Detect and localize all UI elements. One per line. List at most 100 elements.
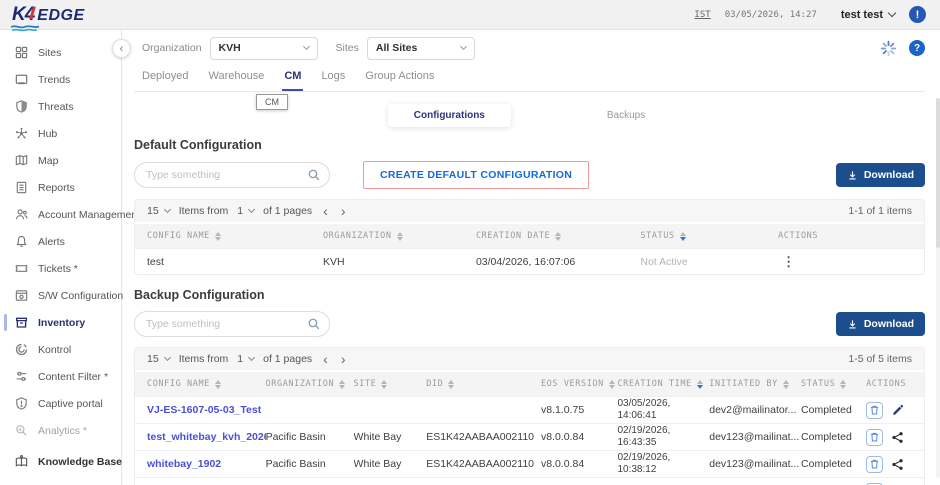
initiated-by-cell: dev2@mailinator... [709, 404, 801, 416]
config-name-link[interactable]: VJ-ES-1607-05-03_Test [147, 404, 266, 416]
page-value: 1 [237, 205, 243, 217]
sidebar-item-kontrol[interactable]: Kontrol [0, 336, 121, 363]
sidebar-item-knowledge-base[interactable]: Knowledge Base [0, 448, 121, 475]
eos-version-cell: v8.0.0.84 [541, 458, 618, 470]
table-row: test_whitebay_kvh_2026 Pacific Basin Whi… [135, 423, 924, 450]
download-button[interactable]: Download [836, 163, 925, 187]
site-cell: White Bay [354, 431, 427, 443]
delete-button[interactable] [866, 456, 883, 473]
search-icon[interactable] [307, 168, 321, 182]
sort-icon[interactable] [783, 380, 789, 389]
sidebar-item-account-management[interactable]: Account Management [0, 201, 121, 228]
prev-page-button[interactable]: ‹ [321, 352, 330, 366]
sidebar-item-analytics[interactable]: Analytics * [0, 417, 121, 444]
sort-icon[interactable] [215, 380, 221, 389]
tab-group-actions[interactable]: Group Actions [365, 70, 434, 91]
main-content: ‹ Organization KVH Sites All Sites ? Dep… [122, 30, 940, 485]
chevron-down-icon [303, 43, 310, 50]
sidebar-item-sites[interactable]: Sites [0, 39, 121, 66]
delete-button[interactable] [866, 429, 883, 446]
prev-page-button[interactable]: ‹ [321, 204, 330, 218]
row-actions-menu-icon[interactable]: ⋮ [778, 254, 799, 269]
sidebar-collapse-button[interactable]: ‹ [112, 39, 131, 58]
sort-icon[interactable] [339, 380, 345, 389]
next-page-button[interactable]: › [339, 352, 348, 366]
sidebar-item-hub[interactable]: Hub [0, 120, 121, 147]
delete-button[interactable] [866, 402, 883, 419]
share-button[interactable] [891, 458, 904, 471]
column-header: ORGANIZATION [266, 379, 335, 389]
tab-logs[interactable]: Logs [321, 70, 345, 91]
loading-spinner-icon [880, 40, 897, 57]
chevron-down-icon [888, 9, 896, 17]
help-icon[interactable]: ? [909, 40, 925, 56]
search-icon[interactable] [307, 317, 321, 331]
next-page-button[interactable]: › [339, 204, 348, 218]
config-name-link[interactable]: test_whitebay_kvh_2026 [147, 431, 266, 443]
sidebar-item-inventory[interactable]: Inventory [0, 309, 121, 336]
sidebar-item-threats[interactable]: Threats [0, 93, 121, 120]
create-default-configuration-button[interactable]: CREATE DEFAULT CONFIGURATION [363, 161, 589, 189]
organization-value: KVH [219, 42, 241, 54]
page-size-value: 15 [147, 353, 159, 365]
sidebar-item-alerts[interactable]: Alerts [0, 228, 121, 255]
organization-cell: Pacific Basin [266, 458, 354, 470]
sort-icon[interactable] [397, 232, 403, 241]
tab-warehouse[interactable]: Warehouse [208, 70, 264, 91]
share-button[interactable] [891, 431, 904, 444]
sidebar-item-content-filter[interactable]: Content Filter * [0, 363, 121, 390]
collapse-chevron-icon: ‹ [120, 43, 124, 55]
page-size-select[interactable]: 15 [147, 205, 170, 217]
sort-icon[interactable] [840, 380, 846, 389]
items-range-label: 1-5 of 5 items [848, 353, 912, 365]
sidebar-label: Map [38, 155, 58, 167]
edit-button[interactable] [891, 404, 904, 417]
sidebar-item-captive-portal[interactable]: Captive portal [0, 390, 121, 417]
status-cell: Completed [801, 431, 866, 443]
sites-select[interactable]: All Sites [367, 37, 475, 60]
column-header: ORGANIZATION [323, 231, 392, 241]
config-name-link[interactable]: whitebay_1902 [147, 458, 266, 470]
subtab-configurations[interactable]: Configurations [388, 104, 511, 127]
search-input[interactable] [134, 162, 330, 188]
tab-deployed[interactable]: Deployed [142, 70, 188, 91]
k4edge-logo[interactable]: K4 EDGE [12, 4, 85, 26]
sidebar-item-tickets[interactable]: Tickets * [0, 255, 121, 282]
scrollbar-thumb[interactable] [936, 98, 940, 248]
sort-icon[interactable] [609, 380, 615, 389]
sort-icon-active[interactable] [697, 380, 703, 389]
pages-count-label: of 1 pages [263, 353, 312, 365]
default-configuration-title: Default Configuration [134, 138, 925, 152]
organization-select[interactable]: KVH [210, 37, 318, 60]
vertical-scrollbar[interactable] [936, 98, 940, 478]
sidebar-item-sw-configuration[interactable]: S/W Configuration [0, 282, 121, 309]
subtab-backups[interactable]: Backups [581, 104, 671, 127]
page-select[interactable]: 1 [237, 205, 254, 217]
sidebar-item-map[interactable]: Map [0, 147, 121, 174]
sort-icon[interactable] [215, 232, 221, 241]
backup-config-table-header: CONFIG NAME ORGANIZATION SITE DID EOS VE… [135, 372, 924, 396]
search-input[interactable] [134, 311, 330, 337]
table-row: test KVH 03/04/2026, 16:07:06 Not Active… [135, 248, 924, 274]
captive-shield-icon [14, 396, 29, 411]
download-icon [847, 170, 858, 181]
sidebar-item-reports[interactable]: Reports [0, 174, 121, 201]
default-config-table-header: CONFIG NAME ORGANIZATION CREATION DATE S… [135, 224, 924, 248]
tab-cm[interactable]: CM [284, 70, 301, 91]
filters-toolbar: Organization KVH Sites All Sites ? [134, 30, 925, 66]
user-icon [14, 207, 29, 222]
sort-icon[interactable] [381, 380, 387, 389]
sort-icon[interactable] [448, 380, 454, 389]
creation-time-line: 16:43:35 [617, 437, 703, 450]
page-size-select[interactable]: 15 [147, 353, 170, 365]
timezone-link[interactable]: IST [694, 10, 710, 20]
user-menu[interactable]: test test [841, 9, 895, 21]
column-header: STATUS [801, 379, 835, 389]
sidebar-item-trends[interactable]: Trends [0, 66, 121, 93]
sort-icon[interactable] [555, 232, 561, 241]
sort-icon-active[interactable] [680, 232, 686, 241]
download-button[interactable]: Download [836, 312, 925, 336]
sidebar-label: S/W Configuration [38, 290, 123, 302]
alert-badge-icon[interactable]: ! [909, 6, 926, 23]
page-select[interactable]: 1 [237, 353, 254, 365]
